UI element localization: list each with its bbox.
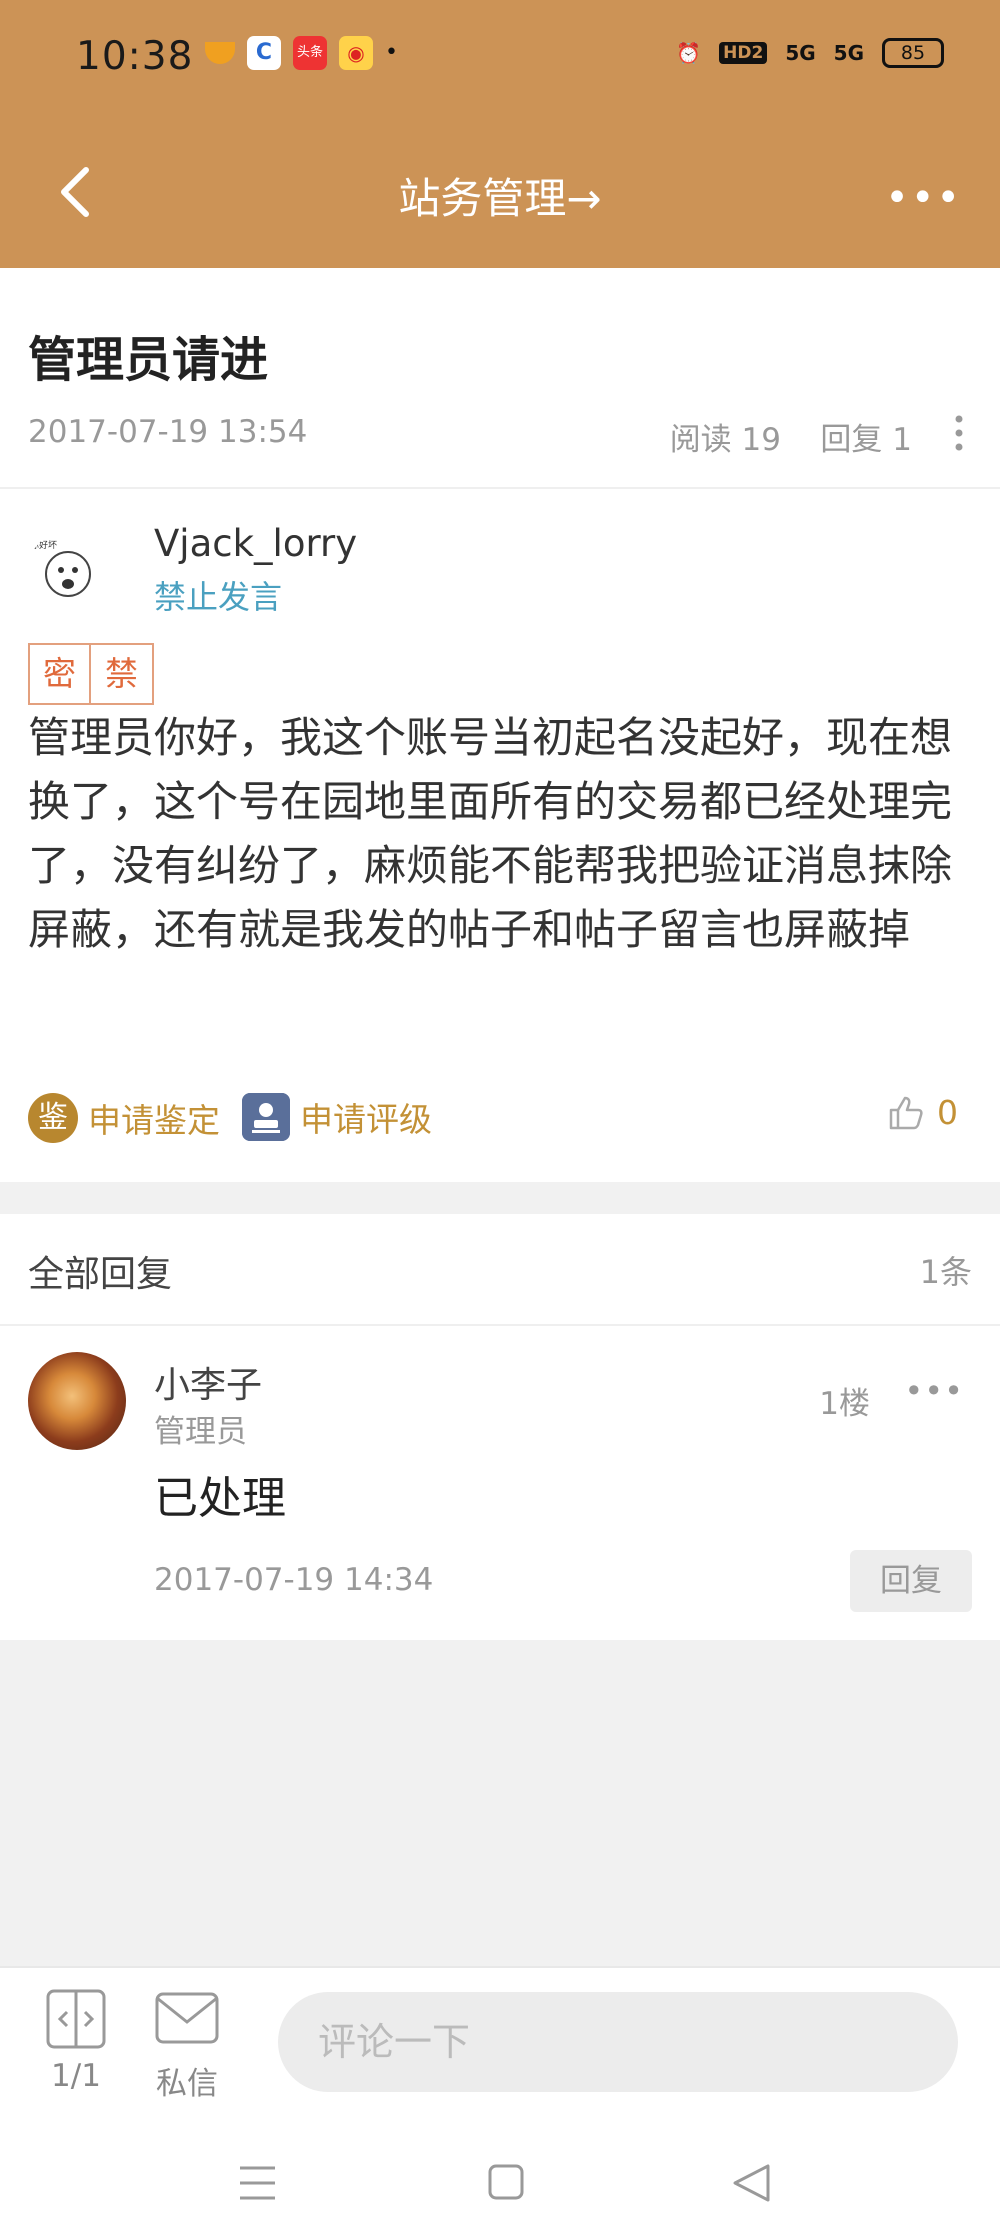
app-c-icon: C <box>247 36 281 70</box>
reply-button[interactable]: 回复 <box>850 1550 972 1612</box>
vertical-more-icon[interactable] <box>954 415 964 451</box>
reply-time: 2017-07-19 14:34 <box>154 1562 434 1598</box>
page-indicator-button[interactable]: 1/1 <box>44 1988 108 2094</box>
apply-rate-button[interactable]: 申请评级 <box>242 1093 432 1141</box>
tag-banned: 禁 <box>91 643 154 705</box>
stamp-icon <box>242 1093 290 1141</box>
like-button[interactable]: 0 <box>887 1093 958 1132</box>
private-message-button[interactable]: 私信 <box>152 1988 222 2103</box>
author-status: 禁止发言 <box>154 578 283 616</box>
read-count: 阅读 19 <box>669 422 781 458</box>
author-name[interactable]: Vjack_lorry <box>154 522 357 565</box>
tag-secret: 密 <box>28 643 91 705</box>
divider <box>0 1324 1000 1326</box>
more-icon[interactable]: ••• <box>885 175 962 221</box>
divider <box>0 487 1000 489</box>
bottom-bar: 1/1 私信 评论一下 <box>0 1966 1000 2233</box>
toutiao-icon: 头条 <box>293 36 327 70</box>
post-title: 管理员请进 <box>28 332 269 388</box>
replies-header: 全部回复 <box>28 1254 173 1295</box>
home-icon[interactable] <box>488 2164 524 2200</box>
reply-text: 已处理 <box>154 1473 286 1524</box>
battery-icon: 85 <box>882 38 944 68</box>
notification-icon <box>205 42 235 64</box>
page-indicator-label: 1/1 <box>51 2058 101 2094</box>
status-app-icons: C 头条 ◉ • <box>205 36 398 70</box>
status-bar: 10:38 C 头条 ◉ • ⏰ HD2 5G 5G 85 <box>0 28 1000 88</box>
apply-appraise-button[interactable]: 鉴 申请鉴定 <box>28 1093 220 1143</box>
hd-icon: HD2 <box>719 42 768 64</box>
apply-appraise-label: 申请鉴定 <box>88 1101 220 1140</box>
dot-icon: • <box>385 40 398 65</box>
comment-input[interactable]: 评论一下 <box>278 1992 958 2092</box>
page-title: 站务管理→ <box>398 174 602 223</box>
post-stats: 阅读 19 回复 1 <box>670 414 912 459</box>
like-count: 0 <box>937 1093 958 1132</box>
thumbs-up-icon <box>889 1096 923 1129</box>
author-tags: 密 禁 <box>28 643 154 705</box>
author-avatar[interactable]: 你好坏 <box>28 532 104 608</box>
reply-floor: 1楼 <box>819 1386 870 1422</box>
replies-count: 1条 <box>919 1253 972 1291</box>
alarm-icon: ⏰ <box>676 41 702 65</box>
post-content: 管理员你好，我这个账号当初起名没起好，现在想换了，这个号在园地里面所有的交易都已… <box>28 713 953 954</box>
reply-avatar[interactable] <box>28 1352 126 1450</box>
page-switch-icon <box>46 1989 106 2049</box>
private-message-label: 私信 <box>156 2066 218 2102</box>
envelope-icon <box>155 1992 219 2044</box>
apply-rate-label: 申请评级 <box>300 1100 432 1139</box>
status-right-icons: ⏰ HD2 5G 5G 85 <box>676 38 944 68</box>
reply-count: 回复 1 <box>820 422 912 458</box>
status-time: 10:38 <box>76 34 194 79</box>
app-header: 10:38 C 头条 ◉ • ⏰ HD2 5G 5G 85 站务管理→ ••• <box>0 0 1000 268</box>
reply-more-icon[interactable]: ••• <box>904 1372 964 1410</box>
reply-author-name[interactable]: 小李子 <box>154 1356 262 1408</box>
reply-author-role: 管理员 <box>154 1414 247 1450</box>
back-nav-icon[interactable] <box>733 2164 770 2202</box>
post-date: 2017-07-19 13:54 <box>28 414 308 450</box>
system-nav-bar <box>240 2164 770 2202</box>
signal-5g-icon: 5G <box>785 41 816 65</box>
menu-icon[interactable] <box>240 2166 275 2200</box>
appraise-icon: 鉴 <box>28 1093 78 1143</box>
weibo-icon: ◉ <box>339 36 373 70</box>
signal-5g-2-icon: 5G <box>833 41 864 65</box>
